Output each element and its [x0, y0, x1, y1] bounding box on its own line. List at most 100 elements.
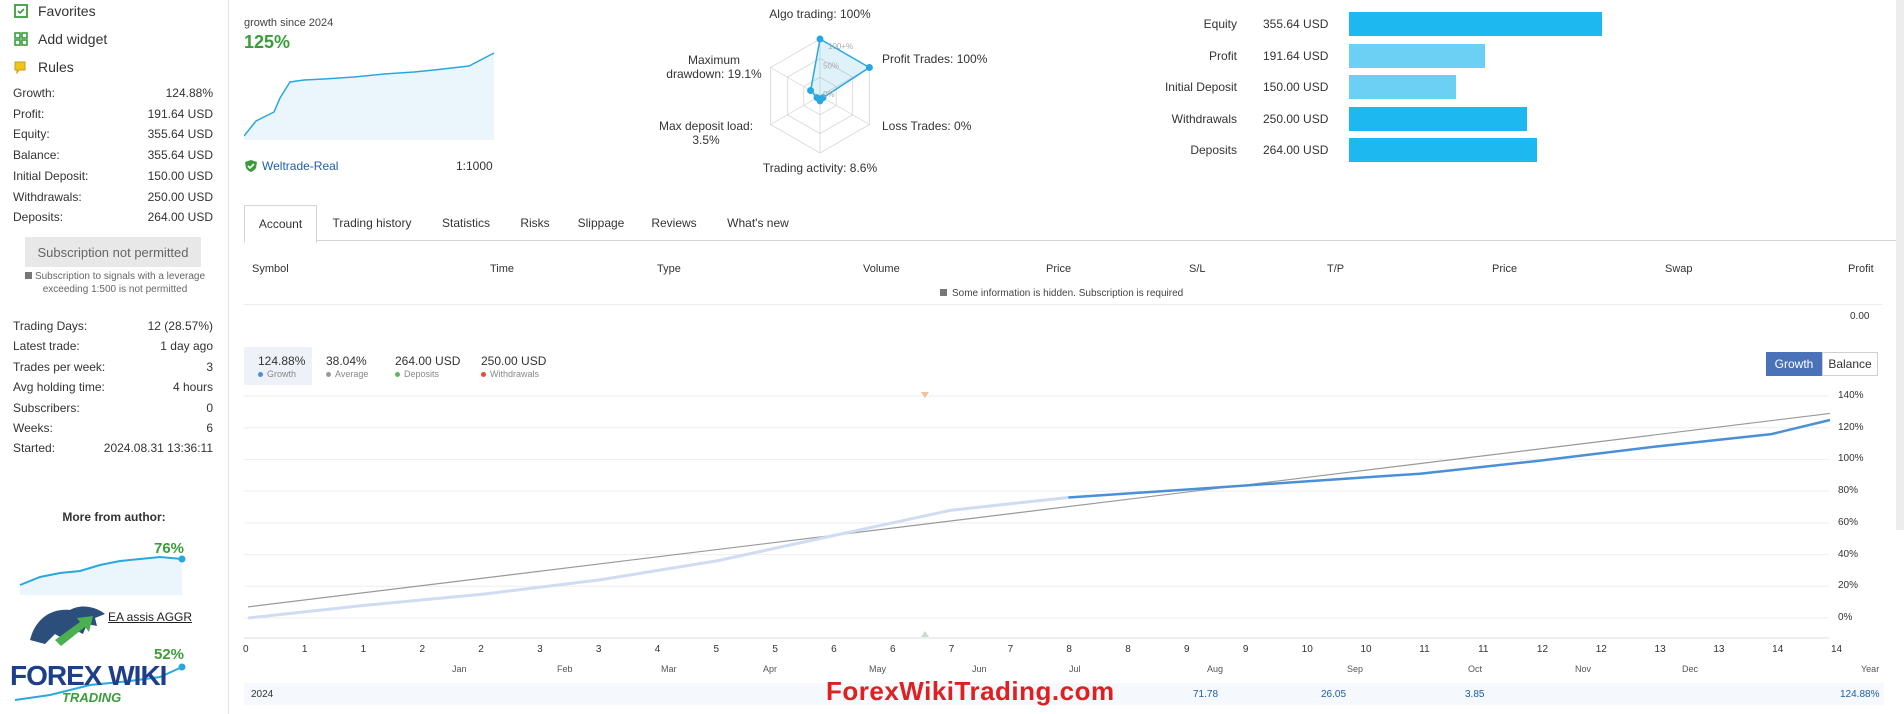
- month-label: Jan: [452, 664, 467, 674]
- stat-value: 355.64 USD: [147, 127, 213, 142]
- menu-add-widget[interactable]: Add widget: [14, 31, 107, 47]
- stat-value: 264.00 USD: [147, 210, 213, 225]
- x-tick-label: 8: [1066, 644, 1072, 655]
- stat-row: Deposits: 264.00 USD: [13, 210, 213, 224]
- x-tick-label: 6: [889, 644, 896, 655]
- x-tick-label: 12: [1536, 644, 1549, 655]
- tab-what-s-new[interactable]: What's new: [718, 205, 798, 241]
- column-header: T/P: [1327, 263, 1345, 275]
- legend-value: 124.88%: [258, 354, 306, 368]
- bar-value: 191.64 USD: [1263, 48, 1329, 63]
- stat-label: Balance:: [13, 148, 60, 163]
- stat-row: Latest trade: 1 day ago: [13, 339, 213, 353]
- growth-line[interactable]: [1068, 418, 1831, 499]
- legend-item[interactable]: 124.88% Growth: [258, 354, 305, 379]
- y-tick-label: 100%: [1838, 453, 1864, 465]
- bar-fill[interactable]: [1349, 75, 1456, 100]
- stat-row: Subscribers: 0: [13, 401, 213, 415]
- stat-row: Avg holding time: 4 hours: [13, 380, 213, 394]
- bar-fill[interactable]: [1349, 138, 1537, 163]
- subscription-button[interactable]: Subscription not permitted: [25, 237, 201, 267]
- broker-link[interactable]: Weltrade-Real: [262, 159, 338, 173]
- growth-line-history[interactable]: [247, 496, 1069, 620]
- stat-label: Weeks:: [13, 421, 53, 435]
- x-tick-label: 1: [360, 644, 367, 655]
- menu-label: Add widget: [38, 31, 108, 47]
- stat-label: Deposits:: [13, 210, 64, 225]
- stat-label: Equity:: [13, 127, 50, 142]
- stat-value: 4 hours: [172, 380, 213, 395]
- bar-value: 250.00 USD: [1263, 111, 1329, 126]
- stat-value: 2024.08.31 13:36:11: [103, 441, 213, 456]
- y-tick-label: 20%: [1838, 580, 1859, 592]
- stat-value: 12 (28.57%): [147, 319, 213, 333]
- tab-reviews[interactable]: Reviews: [642, 205, 706, 241]
- bar-label: Equity: [1203, 17, 1237, 31]
- stat-value: 150.00 USD: [147, 168, 213, 183]
- legend-label-text: Withdrawals: [490, 369, 540, 379]
- column-header: Price: [1046, 263, 1072, 275]
- x-tick-label: 13: [1654, 644, 1666, 655]
- average-line[interactable]: [247, 412, 1831, 608]
- stat-row: Equity: 355.64 USD: [13, 127, 213, 141]
- x-tick-label: 11: [1419, 644, 1430, 655]
- bar-fill[interactable]: [1349, 43, 1485, 68]
- scrollbar-track[interactable]: [1896, 0, 1904, 530]
- legend-dot: [481, 372, 486, 378]
- legend-label-text: Deposits: [404, 369, 440, 379]
- column-header: Swap: [1665, 263, 1693, 275]
- stat-row: Trades per week: 3: [13, 360, 213, 374]
- stat-row: Withdrawals: 250.00 USD: [13, 190, 213, 204]
- lock-icon: [940, 289, 947, 296]
- radar-label-algo: Algo trading: 100%: [769, 7, 871, 21]
- tab-statistics[interactable]: Statistics: [430, 205, 502, 241]
- growth-toggle-button[interactable]: Growth: [1766, 352, 1822, 376]
- x-tick-label: 2: [419, 644, 425, 655]
- growth-sparkline[interactable]: [244, 36, 496, 140]
- menu-rules[interactable]: Rules: [14, 59, 74, 75]
- month-label: Mar: [661, 664, 677, 674]
- column-header: Type: [657, 263, 681, 275]
- tab-account[interactable]: Account: [244, 205, 317, 243]
- balance-toggle-button[interactable]: Balance: [1822, 352, 1878, 376]
- y-tick-label: 60%: [1838, 516, 1859, 528]
- stat-label: Trading Days:: [13, 319, 88, 333]
- x-tick-label: 5: [713, 644, 720, 655]
- legend-item[interactable]: 250.00 USD Withdrawals: [481, 354, 546, 379]
- year-total-value: 124.88%: [1840, 689, 1880, 700]
- legend-label: Average: [326, 369, 368, 379]
- x-tick-label: 5: [772, 644, 778, 655]
- month-label: Year: [1861, 664, 1880, 674]
- x-tick-label: 12: [1595, 644, 1607, 655]
- x-tick-label: 1: [301, 644, 308, 655]
- radar-label-load: Max deposit load: 3.5%: [658, 119, 754, 147]
- tab-trading-history[interactable]: Trading history: [320, 205, 424, 241]
- radar-label-profit-trades: Profit Trades: 100%: [882, 52, 988, 66]
- stat-label: Trades per week:: [13, 359, 106, 374]
- tab-slippage[interactable]: Slippage: [568, 205, 634, 241]
- menu-label: Favorites: [38, 3, 96, 19]
- legend-item[interactable]: 38.04% Average: [326, 354, 368, 379]
- stat-value: 3: [206, 359, 213, 374]
- info-icon: [24, 272, 32, 279]
- bar-fill[interactable]: [1349, 106, 1527, 131]
- tab-risks[interactable]: Risks: [510, 205, 560, 241]
- radar-point: [807, 87, 815, 95]
- legend-item[interactable]: 264.00 USD Deposits: [395, 354, 460, 379]
- legend-value: 264.00 USD: [395, 354, 461, 368]
- radar-point: [813, 94, 821, 102]
- menu-favorites[interactable]: Favorites: [14, 3, 96, 19]
- rules-icon: [14, 61, 26, 74]
- logo-text: FOREX WIKI: [10, 660, 167, 691]
- x-tick-label: 0: [243, 644, 249, 655]
- subscription-note: Subscription to signals with a leverage …: [20, 270, 210, 296]
- table-divider: [244, 304, 1882, 305]
- x-tick-label: 8: [1125, 644, 1131, 655]
- period-marker-icon: [921, 631, 929, 637]
- stat-label: Avg holding time:: [13, 380, 105, 395]
- x-tick-label: 3: [595, 644, 602, 655]
- author-item-2-name[interactable]: EA assis AGGR: [108, 610, 192, 624]
- bar-fill[interactable]: [1349, 12, 1602, 36]
- stat-value: 124.88%: [165, 86, 213, 100]
- column-header: Volume: [863, 263, 900, 275]
